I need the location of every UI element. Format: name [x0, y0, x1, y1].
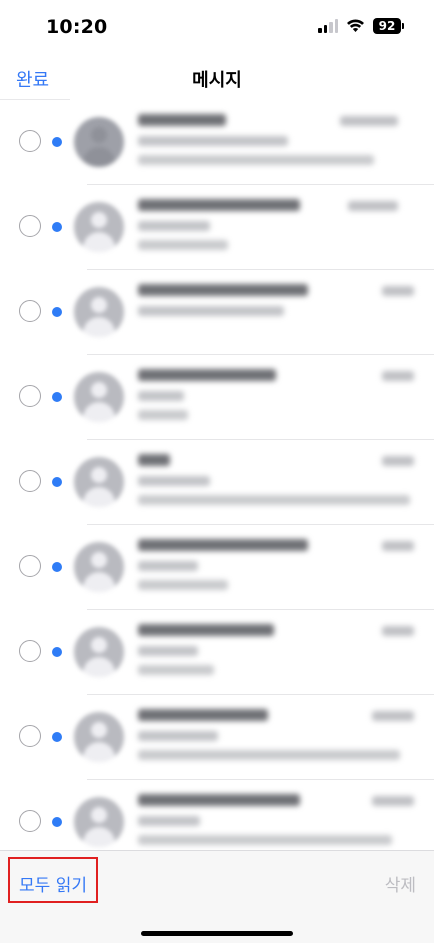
contact-avatar: [74, 457, 124, 507]
select-radio[interactable]: [19, 640, 41, 662]
wifi-icon: [346, 19, 365, 33]
status-time: 10:20: [46, 16, 108, 38]
unread-indicator: [52, 137, 62, 147]
select-radio[interactable]: [19, 555, 41, 577]
contact-avatar: [74, 542, 124, 592]
preview-line-redacted: [138, 136, 288, 146]
mark-all-read-button[interactable]: 모두 읽기: [10, 871, 96, 896]
sender-name-redacted: [138, 454, 170, 466]
unread-indicator: [52, 562, 62, 572]
contact-avatar: [74, 372, 124, 422]
preview-line-redacted: [138, 410, 188, 420]
preview-line-redacted: [138, 750, 400, 760]
timestamp-redacted: [372, 711, 414, 721]
page-title: 메시지: [192, 70, 242, 91]
preview-line-redacted: [138, 561, 198, 571]
message-row[interactable]: [0, 610, 434, 695]
sender-name-redacted: [138, 539, 308, 551]
timestamp-redacted: [382, 541, 414, 551]
message-row[interactable]: [0, 355, 434, 440]
unread-indicator: [52, 307, 62, 317]
sender-name-redacted: [138, 709, 268, 721]
preview-line-redacted: [138, 476, 210, 486]
preview-line-redacted: [138, 665, 214, 675]
message-row[interactable]: [0, 185, 434, 270]
message-row[interactable]: [0, 525, 434, 610]
timestamp-redacted: [382, 456, 414, 466]
unread-indicator: [52, 647, 62, 657]
timestamp-redacted: [382, 626, 414, 636]
contact-avatar: [74, 202, 124, 252]
select-radio[interactable]: [19, 215, 41, 237]
preview-line-redacted: [138, 221, 210, 231]
message-row[interactable]: [0, 100, 434, 185]
status-bar: 10:20 92: [0, 0, 434, 56]
contact-avatar: [74, 797, 124, 847]
preview-line-redacted: [138, 391, 184, 401]
timestamp-redacted: [382, 286, 414, 296]
sender-name-redacted: [138, 624, 274, 636]
message-row[interactable]: [0, 270, 434, 355]
bottom-toolbar: 모두 읽기 삭제: [0, 850, 434, 943]
unread-indicator: [52, 817, 62, 827]
sender-name-redacted: [138, 369, 276, 381]
battery-icon: 92: [373, 18, 404, 34]
select-radio[interactable]: [19, 130, 41, 152]
preview-line-redacted: [138, 731, 218, 741]
preview-line-redacted: [138, 646, 198, 656]
timestamp-redacted: [372, 796, 414, 806]
contact-avatar: [74, 712, 124, 762]
contact-avatar: [74, 117, 124, 167]
preview-line-redacted: [138, 240, 228, 250]
delete-button[interactable]: 삭제: [385, 871, 416, 896]
preview-line-redacted: [138, 580, 228, 590]
nav-bar: 완료 메시지: [0, 56, 434, 100]
timestamp-redacted: [340, 116, 398, 126]
select-radio[interactable]: [19, 385, 41, 407]
unread-indicator: [52, 477, 62, 487]
select-radio[interactable]: [19, 470, 41, 492]
mark-all-read-highlight[interactable]: 모두 읽기: [8, 857, 98, 903]
timestamp-redacted: [382, 371, 414, 381]
unread-indicator: [52, 732, 62, 742]
status-icons: 92: [318, 18, 404, 34]
message-row[interactable]: [0, 695, 434, 780]
select-radio[interactable]: [19, 300, 41, 322]
timestamp-redacted: [348, 201, 398, 211]
unread-indicator: [52, 222, 62, 232]
select-radio[interactable]: [19, 810, 41, 832]
sender-name-redacted: [138, 794, 300, 806]
message-row[interactable]: [0, 780, 434, 850]
preview-line-redacted: [138, 306, 284, 316]
select-radio[interactable]: [19, 725, 41, 747]
preview-line-redacted: [138, 155, 374, 165]
preview-line-redacted: [138, 495, 410, 505]
message-row[interactable]: [0, 440, 434, 525]
unread-indicator: [52, 392, 62, 402]
home-indicator[interactable]: [141, 931, 293, 936]
sender-name-redacted: [138, 199, 300, 211]
battery-level: 92: [373, 18, 401, 34]
preview-line-redacted: [138, 816, 200, 826]
cellular-signal-icon: [318, 19, 338, 33]
contact-avatar: [74, 287, 124, 337]
sender-name-redacted: [138, 284, 308, 296]
message-list[interactable]: [0, 100, 434, 850]
contact-avatar: [74, 627, 124, 677]
preview-line-redacted: [138, 835, 392, 845]
sender-name-redacted: [138, 114, 226, 126]
